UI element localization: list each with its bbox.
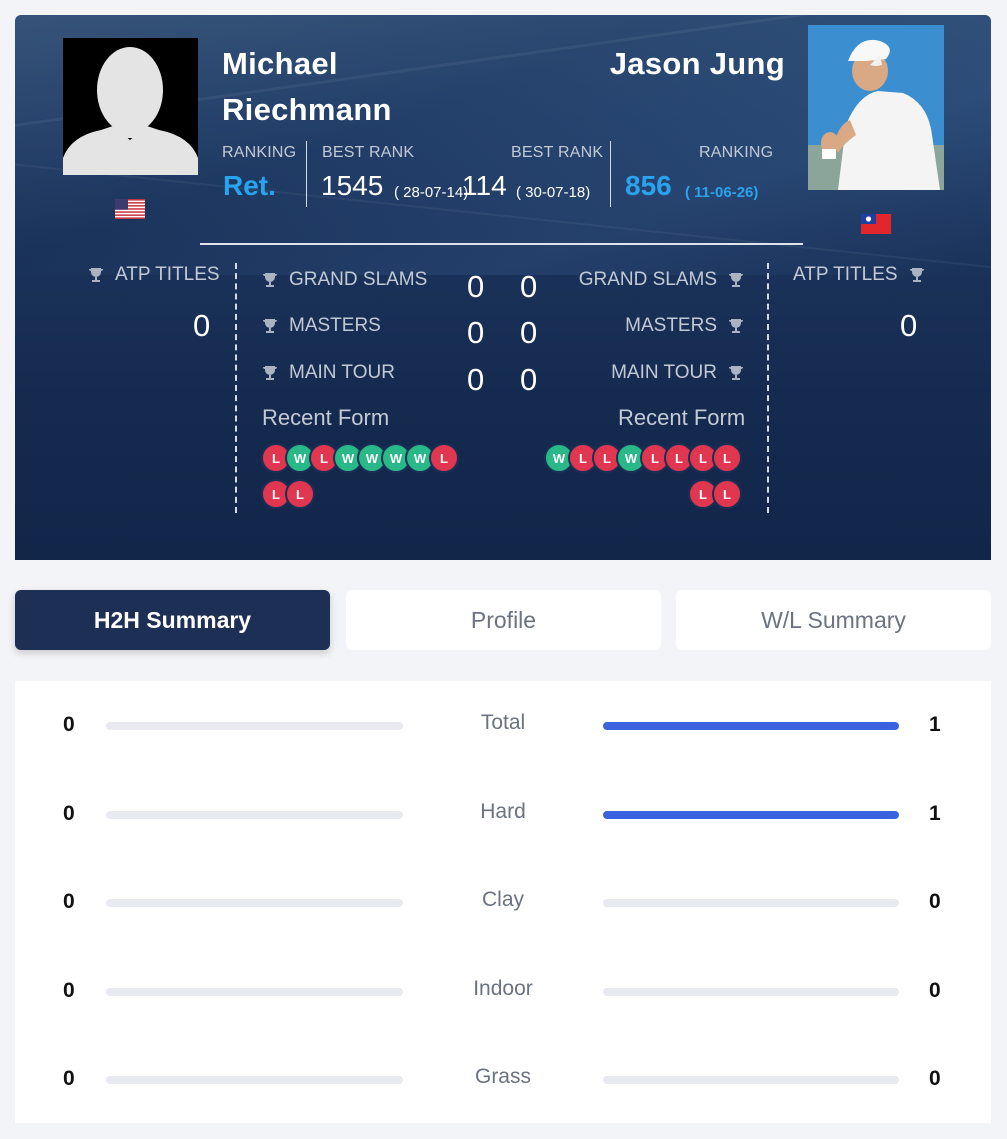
player-left-grand-slams: 0 [467,269,485,304]
h2h-right-bar [603,987,899,996]
grand-slams-text: GRAND SLAMS [578,269,717,290]
player-left-masters-label: MASTERS [261,315,381,337]
grand-slams-text: GRAND SLAMS [289,269,428,290]
h2h-surface-label: Total [480,711,526,734]
player-right-best-rank-date: ( 30-07-18) [516,184,591,201]
player-right-grand-slams: 0 [520,269,538,304]
h2h-surface-label: Clay [481,888,524,911]
divider [306,141,307,207]
player-right-atp-titles-label: ATP TITLES [793,264,926,286]
player-left-masters: 0 [467,315,485,350]
dashed-divider [767,263,769,513]
h2h-right-bar-fill [603,810,899,819]
h2h-left-bar [106,899,403,907]
tab-profile[interactable]: Profile [346,590,661,650]
silhouette-icon [63,38,198,175]
player-right-best-rank: 114 [462,170,507,201]
trophy-icon [908,266,926,284]
usa-flag-icon [115,199,145,219]
player-right-photo[interactable] [808,25,944,190]
trophy-icon [261,271,279,289]
h2h-right-bar [603,899,899,907]
h2h-right-value: 0 [929,1067,941,1090]
h2h-left-value: 0 [63,890,75,913]
h2h-right-bar-fill [603,722,899,730]
player-right-recent-form-label: Recent Form [618,405,746,430]
player-right-masters: 0 [520,315,538,350]
header-divider [200,243,803,245]
player-right-ranking: 856 [625,170,672,201]
tab-h2h-summary[interactable]: H2H Summary [15,590,330,650]
player-left-grand-slams-label: GRAND SLAMS [261,269,427,291]
player-right-grand-slams-label: GRAND SLAMS [579,269,745,291]
player-left-ranking-label: RANKING [222,144,297,161]
player-comparison-header: Michael Riechmann Jason Jung RANKING Ret… [15,15,991,560]
taiwan-flag-icon [861,214,891,234]
main-tour-text: MAIN TOUR [611,362,717,383]
player-left-photo[interactable] [63,38,198,175]
h2h-left-value: 0 [63,1067,75,1090]
trophy-icon [727,364,745,382]
h2h-surface-label: Hard [480,799,526,823]
player-right-name[interactable]: Jason Jung [575,41,785,87]
h2h-left-value: 0 [63,713,75,736]
h2h-summary-panel: 0 Total 1 0 Hard 1 0 Clay 0 0 Indoor 0 0 Grass 0 [15,681,991,1123]
divider [610,141,611,207]
player-left-recent-form-label: Recent Form [262,405,390,430]
masters-text: MASTERS [625,315,717,336]
player-left-name[interactable]: Michael Riechmann [222,41,482,133]
player-left-atp-titles-label: ATP TITLES [87,264,220,286]
player-left-last-name: Riechmann [222,92,392,127]
form-result-loss[interactable]: L [429,443,459,473]
h2h-right-value: 0 [929,978,941,1002]
player-right-ranking-label: RANKING [699,144,774,161]
player-right-main-tour-label: MAIN TOUR [611,362,745,384]
h2h-right-bar [603,810,899,819]
h2h-right-bar [603,1076,899,1084]
dashed-divider [235,263,237,513]
h2h-right-bar [603,722,899,730]
atp-titles-text: ATP TITLES [115,264,220,285]
h2h-left-bar [106,987,403,996]
player-left-main-tour-label: MAIN TOUR [261,362,395,384]
main-tour-text: MAIN TOUR [289,362,395,383]
trophy-icon [261,317,279,335]
player-right-best-rank-label: BEST RANK [511,144,604,161]
player-right-atp-titles: 0 [900,308,918,343]
masters-text: MASTERS [289,315,381,336]
trophy-icon [261,364,279,382]
h2h-left-value: 0 [63,978,75,1002]
trophy-icon [727,271,745,289]
player-right-main-tour: 0 [520,362,538,397]
player-right-ranking-date: ( 11-06-26) [685,184,759,201]
player-left-main-tour: 0 [467,362,485,397]
atp-titles-text: ATP TITLES [793,264,898,285]
form-result-loss[interactable]: L [712,479,742,509]
trophy-icon [87,266,105,284]
h2h-right-value: 0 [929,890,941,913]
h2h-surface-label: Indoor [473,976,533,1000]
h2h-left-bar [106,1076,403,1084]
player-left-best-rank-label: BEST RANK [322,144,415,161]
h2h-left-value: 0 [63,801,75,825]
h2h-right-value: 1 [929,801,941,825]
h2h-left-bar [106,722,403,730]
player-left-best-rank: 1545 [321,170,384,201]
player-left-atp-titles: 0 [193,308,211,343]
form-result-loss[interactable]: L [285,479,315,509]
player-left-ranking: Ret. [223,170,276,201]
h2h-right-value: 1 [929,713,941,736]
player-left-best-rank-date: ( 28-07-14) [394,184,469,201]
player-right-masters-label: MASTERS [625,315,745,337]
h2h-left-bar [106,810,403,819]
player-photo-image [808,25,944,190]
trophy-icon [727,317,745,335]
player-left-first-name: Michael [222,46,338,81]
form-result-loss[interactable]: L [712,443,742,473]
h2h-surface-label: Grass [474,1065,531,1088]
tab-wl-summary[interactable]: W/L Summary [676,590,991,650]
